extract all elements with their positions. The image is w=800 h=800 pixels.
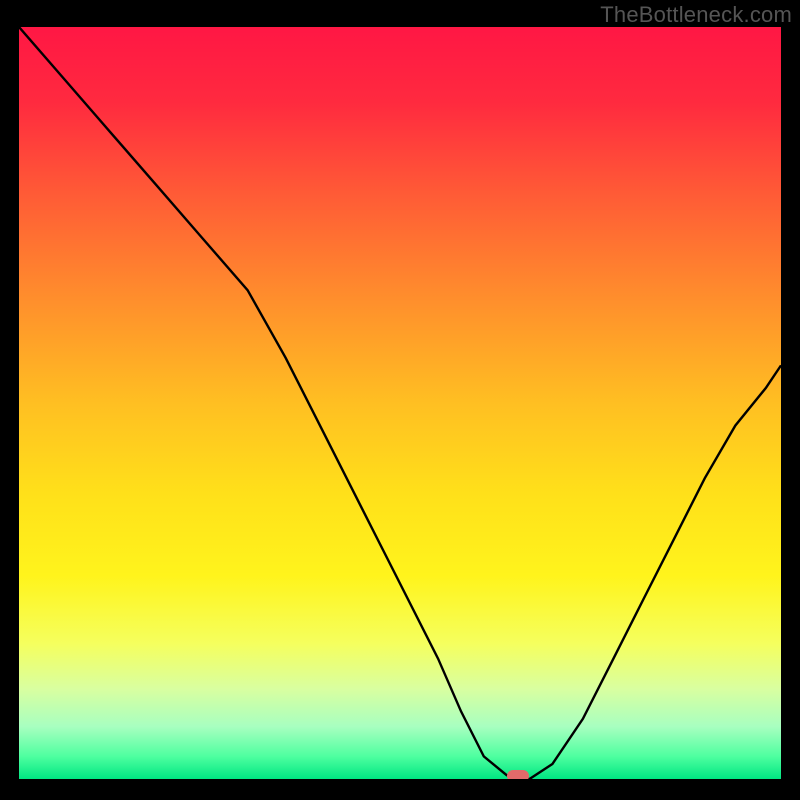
severity-gradient-background — [19, 27, 781, 779]
optimal-marker — [507, 770, 529, 779]
plot-svg — [19, 27, 781, 779]
plot-area — [19, 27, 781, 779]
chart-frame: TheBottleneck.com — [0, 0, 800, 800]
watermark-text: TheBottleneck.com — [600, 2, 792, 28]
